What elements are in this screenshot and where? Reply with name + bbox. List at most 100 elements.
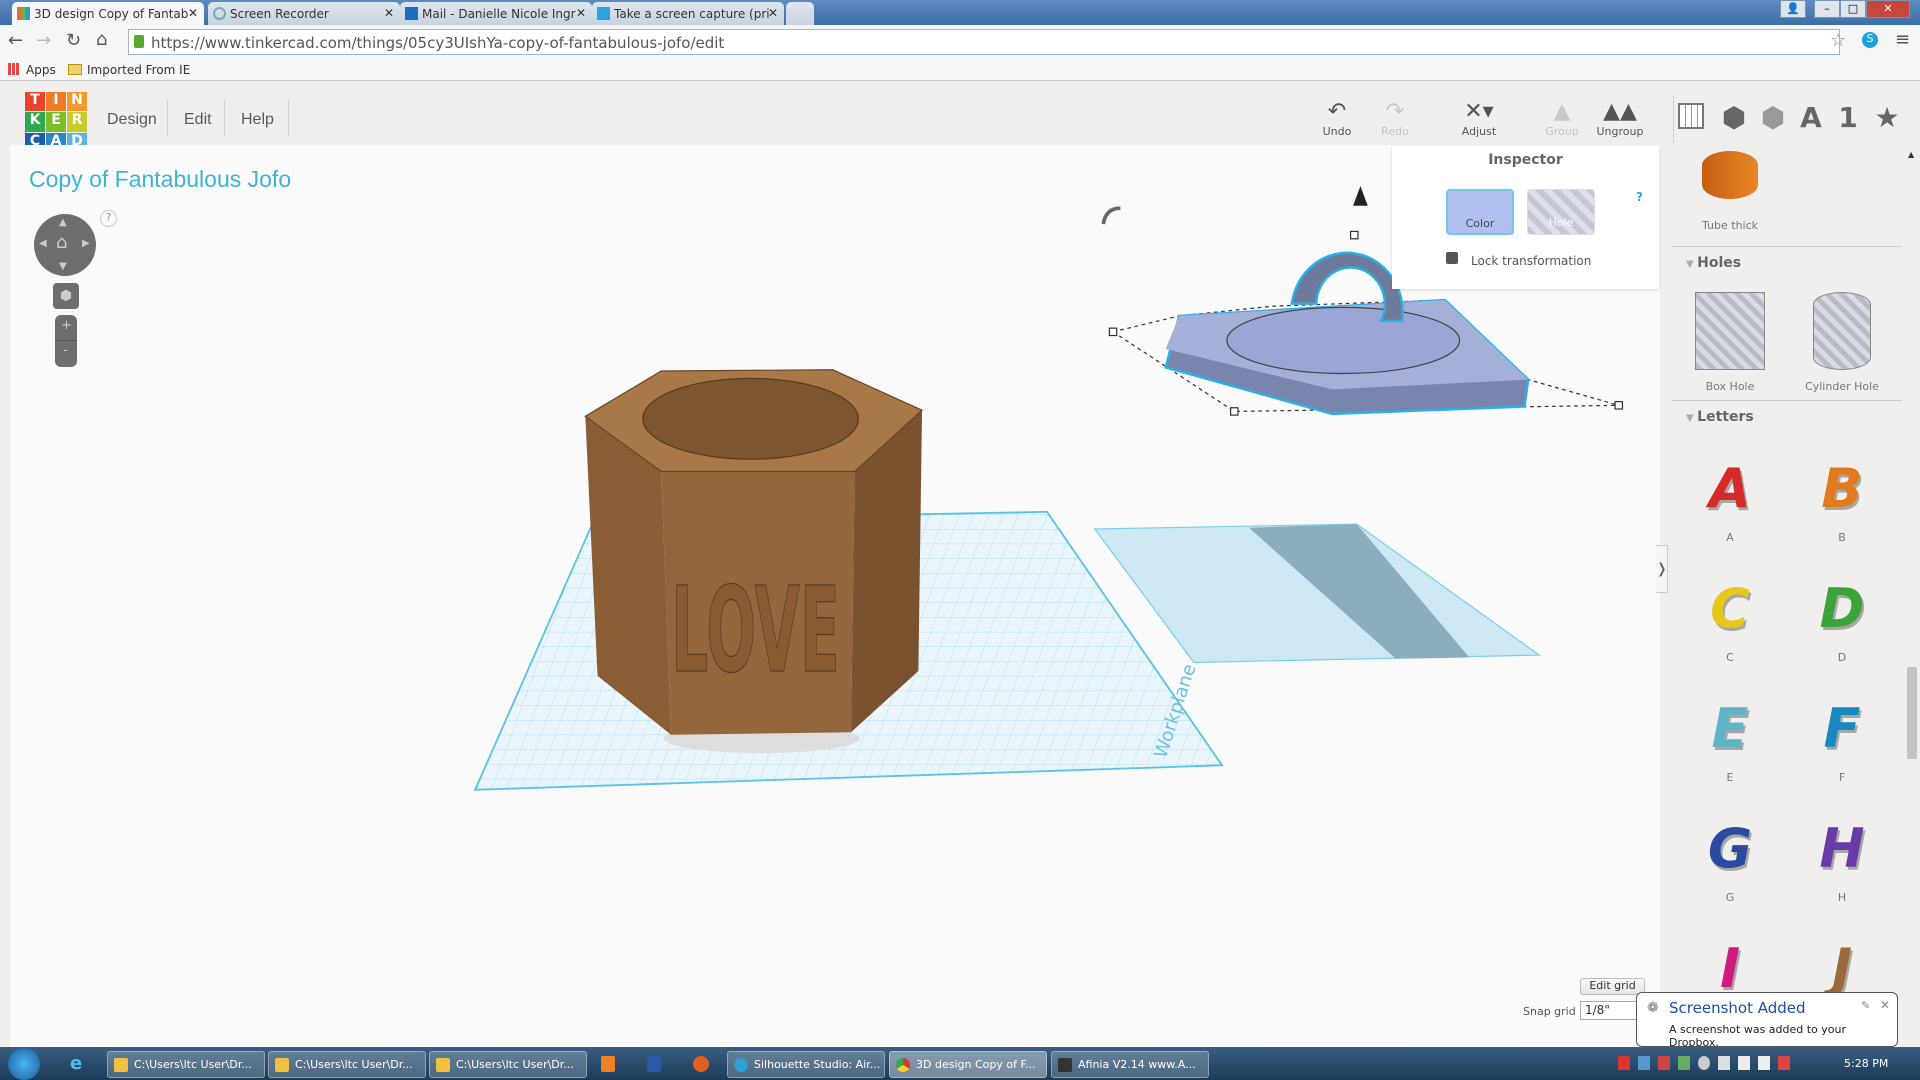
taskbar-label: Afinia V2.14 www.A... bbox=[1078, 1058, 1196, 1071]
box-hole-thumbnail bbox=[1695, 292, 1765, 370]
shape-letter-h[interactable]: HH bbox=[1787, 817, 1897, 904]
dome[interactable] bbox=[1226, 306, 1461, 375]
holes-section-header[interactable]: ▼ Holes bbox=[1686, 255, 1741, 271]
settings-wrench-icon[interactable]: ✎ bbox=[1861, 999, 1870, 1012]
resize-handle[interactable] bbox=[1108, 327, 1118, 337]
shape-letter-c[interactable]: CC bbox=[1675, 577, 1785, 664]
shape-label: C bbox=[1726, 651, 1734, 664]
silhouette-icon bbox=[734, 1058, 748, 1072]
shape-letter-g[interactable]: GG bbox=[1675, 817, 1785, 904]
inspector-help-icon[interactable]: ? bbox=[1636, 190, 1643, 204]
sidebar-scrollbar[interactable]: ▲ bbox=[1906, 150, 1918, 1042]
notification-title: Screenshot Added bbox=[1669, 999, 1806, 1017]
internet-explorer-icon[interactable]: e bbox=[70, 1053, 82, 1074]
tray-antivirus-icon[interactable] bbox=[1618, 1056, 1630, 1070]
collapse-sidebar-button[interactable]: ❭ bbox=[1656, 545, 1668, 593]
shape-label: B bbox=[1838, 531, 1846, 544]
color-label: Color bbox=[1465, 217, 1495, 230]
shape-letter-a[interactable]: AA bbox=[1675, 457, 1785, 544]
tray-volume-icon[interactable] bbox=[1778, 1056, 1790, 1070]
clock[interactable]: 5:28 PM bbox=[1844, 1057, 1888, 1070]
shape-label: Tube thick bbox=[1701, 219, 1759, 232]
system-tray bbox=[1618, 1056, 1818, 1072]
resize-handle[interactable] bbox=[1614, 401, 1624, 410]
shape-letter-d[interactable]: DD bbox=[1787, 577, 1897, 664]
collapse-triangle-icon: ▼ bbox=[1686, 413, 1698, 424]
tray-printer-icon[interactable] bbox=[1718, 1056, 1730, 1070]
media-player-icon[interactable] bbox=[601, 1056, 615, 1072]
taskbar-label: C:\Users\ltc User\Dr... bbox=[134, 1058, 252, 1071]
color-swatch-button[interactable]: Color bbox=[1446, 189, 1514, 235]
shape-cylinder-hole[interactable]: Cylinder Hole bbox=[1787, 292, 1897, 393]
taskbar-label: Silhouette Studio: Air... bbox=[754, 1058, 881, 1071]
cylinder-hole-thumbnail bbox=[1813, 292, 1871, 370]
tray-sync-icon[interactable] bbox=[1698, 1056, 1710, 1070]
taskbar-item-explorer[interactable]: C:\Users\ltc User\Dr... bbox=[107, 1051, 265, 1078]
close-notification-icon[interactable]: ✕ bbox=[1880, 998, 1890, 1012]
shape-label: E bbox=[1726, 771, 1734, 784]
shapes-sidebar: Tube thick ▼ Holes Box Hole Cylinder Hol… bbox=[1668, 145, 1920, 1047]
tray-app-icon[interactable] bbox=[1678, 1056, 1690, 1070]
letter-thumbnail: F bbox=[1823, 697, 1861, 760]
shape-label: F bbox=[1838, 771, 1846, 784]
taskbar-label: C:\Users\ltc User\Dr... bbox=[295, 1058, 413, 1071]
notification-body: A screenshot was added to your Dropbox. bbox=[1669, 1023, 1847, 1049]
unlock-icon[interactable] bbox=[1446, 252, 1458, 264]
start-button[interactable] bbox=[8, 1048, 40, 1080]
letter-thumbnail: A bbox=[1709, 457, 1751, 520]
shape-label: Box Hole bbox=[1705, 380, 1755, 393]
taskbar-item-chrome[interactable]: 3D design Copy of F... bbox=[889, 1051, 1047, 1078]
shape-letter-f[interactable]: FF bbox=[1787, 697, 1897, 784]
letter-thumbnail: C bbox=[1710, 577, 1750, 640]
taskbar-label: 3D design Copy of F... bbox=[916, 1058, 1036, 1071]
taskbar-item-explorer[interactable]: C:\Users\ltc User\Dr... bbox=[268, 1051, 426, 1078]
tray-flag-icon[interactable] bbox=[1738, 1056, 1750, 1070]
chrome-icon bbox=[896, 1058, 910, 1072]
snap-grid-label: Snap grid bbox=[1523, 1005, 1576, 1018]
letters-section-header[interactable]: ▼ Letters bbox=[1686, 409, 1754, 425]
engraved-text: LOVE bbox=[671, 562, 840, 699]
scroll-up-icon[interactable]: ▲ bbox=[1908, 150, 1914, 159]
letter-thumbnail: D bbox=[1819, 577, 1865, 640]
folder-icon bbox=[436, 1058, 450, 1072]
taskbar-item-afinia[interactable]: Afinia V2.14 www.A... bbox=[1051, 1051, 1209, 1078]
rotate-arrow-icon[interactable] bbox=[1101, 206, 1121, 225]
tray-network-icon[interactable] bbox=[1758, 1056, 1770, 1070]
tray-speaker-icon[interactable] bbox=[1658, 1056, 1670, 1070]
divider bbox=[1672, 246, 1902, 247]
lift-arrow-icon[interactable] bbox=[1353, 186, 1368, 206]
letter-thumbnail: E bbox=[1711, 697, 1749, 760]
lock-transformation-label[interactable]: Lock transformation bbox=[1471, 254, 1591, 268]
height-handle[interactable] bbox=[1350, 230, 1359, 240]
shape-letter-e[interactable]: EE bbox=[1675, 697, 1785, 784]
letter-thumbnail: B bbox=[1821, 457, 1863, 520]
hole-label: Hole bbox=[1548, 216, 1574, 229]
taskbar-item-explorer[interactable]: C:\Users\ltc User\Dr... bbox=[429, 1051, 587, 1078]
shape-label: A bbox=[1726, 531, 1734, 544]
shape-tube-thick[interactable]: Tube thick bbox=[1675, 151, 1785, 232]
shape-letter-b[interactable]: BB bbox=[1787, 457, 1897, 544]
inspector-panel: Inspector Color Hole ? Lock transformati… bbox=[1392, 146, 1659, 289]
letter-thumbnail: H bbox=[1819, 817, 1865, 880]
word-icon[interactable] bbox=[647, 1056, 661, 1072]
tray-dropbox-icon[interactable] bbox=[1638, 1056, 1650, 1070]
folder-icon bbox=[275, 1058, 289, 1072]
collapse-triangle-icon: ▼ bbox=[1686, 259, 1698, 270]
section-title: Letters bbox=[1697, 409, 1754, 425]
resize-handle[interactable] bbox=[1230, 407, 1239, 416]
taskbar-item-silhouette[interactable]: Silhouette Studio: Air... bbox=[727, 1051, 885, 1078]
hole-button[interactable]: Hole bbox=[1527, 189, 1595, 235]
shape-label: Cylinder Hole bbox=[1805, 380, 1879, 393]
dropbox-notification[interactable]: ❁ Screenshot Added ✎ ✕ A screenshot was … bbox=[1636, 992, 1898, 1049]
scrollbar-thumb[interactable] bbox=[1907, 667, 1917, 759]
inspector-title: Inspector bbox=[1488, 152, 1563, 168]
shape-label: H bbox=[1837, 891, 1847, 904]
edit-grid-button[interactable]: Edit grid bbox=[1580, 978, 1645, 995]
folder-icon bbox=[114, 1058, 128, 1072]
firefox-icon[interactable] bbox=[693, 1056, 709, 1072]
windows-taskbar: e C:\Users\ltc User\Dr... C:\Users\ltc U… bbox=[0, 1047, 1920, 1080]
afinia-icon bbox=[1058, 1058, 1072, 1072]
shape-box-hole[interactable]: Box Hole bbox=[1675, 292, 1785, 393]
snap-grid-select[interactable]: 1/8" bbox=[1580, 1001, 1640, 1020]
dropbox-icon: ❁ bbox=[1647, 1000, 1659, 1016]
